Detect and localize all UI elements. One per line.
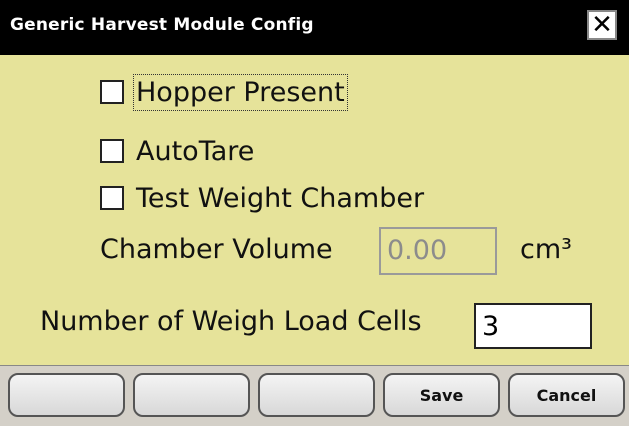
autotare-checkbox[interactable] — [100, 139, 124, 163]
weigh-load-cells-label: Number of Weigh Load Cells — [40, 306, 422, 337]
chamber-volume-label: Chamber Volume — [100, 234, 333, 265]
autotare-option[interactable]: AutoTare — [100, 131, 254, 171]
softkey-3-button[interactable] — [258, 373, 375, 417]
cancel-button[interactable]: Cancel — [508, 373, 625, 417]
softkey-1-button[interactable] — [8, 373, 125, 417]
test-weight-chamber-option[interactable]: Test Weight Chamber — [100, 178, 424, 218]
hopper-present-option[interactable]: Hopper Present — [100, 72, 348, 112]
close-icon: ✕ — [591, 10, 613, 40]
close-button[interactable]: ✕ — [587, 10, 617, 40]
test-weight-chamber-label[interactable]: Test Weight Chamber — [136, 183, 424, 214]
hopper-present-checkbox[interactable] — [100, 80, 124, 104]
title-bar: Generic Harvest Module Config ✕ — [0, 0, 629, 55]
weigh-load-cells-input[interactable]: 3 — [474, 303, 592, 349]
config-panel: Hopper Present AutoTare Test Weight Cham… — [0, 55, 629, 365]
softkey-2-button[interactable] — [133, 373, 250, 417]
save-button[interactable]: Save — [383, 373, 500, 417]
autotare-label[interactable]: AutoTare — [136, 136, 254, 167]
softkey-bar: Save Cancel — [0, 365, 629, 426]
window-title: Generic Harvest Module Config — [10, 15, 314, 35]
test-weight-chamber-checkbox[interactable] — [100, 186, 124, 210]
chamber-volume-input: 0.00 — [379, 227, 497, 275]
chamber-volume-unit: cm³ — [520, 234, 572, 265]
hopper-present-label[interactable]: Hopper Present — [133, 73, 348, 111]
